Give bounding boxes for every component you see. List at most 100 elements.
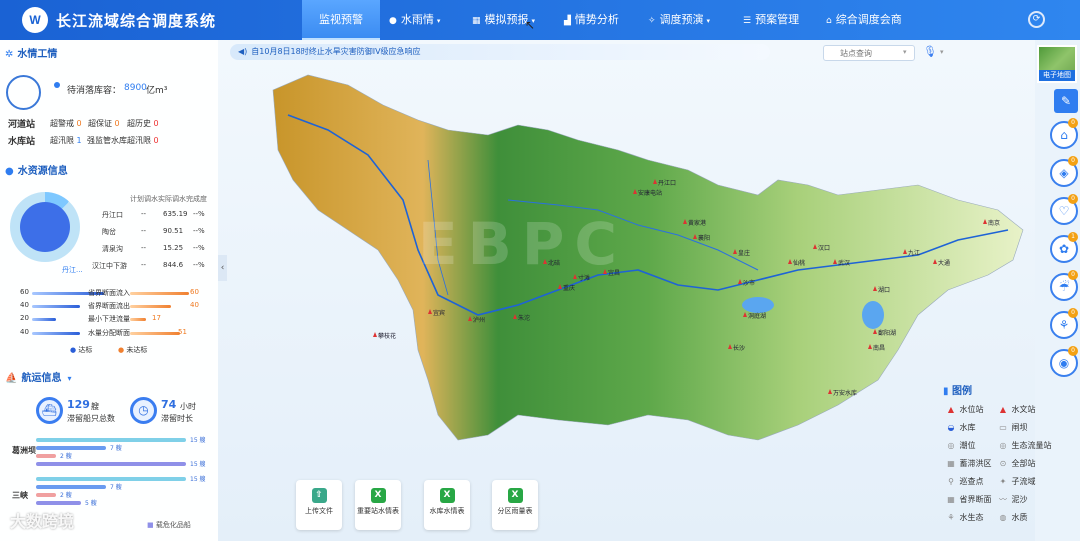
- map-station-label[interactable]: 南昌: [873, 344, 885, 352]
- report-tile[interactable]: X 重要站水情表: [355, 480, 401, 530]
- report-tile[interactable]: ⇧ 上传文件: [296, 480, 342, 530]
- map-station-label[interactable]: 朱沱: [518, 314, 530, 322]
- report-tile[interactable]: X 水库水情表: [424, 480, 470, 530]
- map-station-label[interactable]: 武汉: [838, 259, 850, 267]
- settings-icon[interactable]: ⟳: [1028, 11, 1045, 28]
- map-station-label[interactable]: 皇庄: [738, 249, 750, 257]
- dot-icon: ●: [70, 346, 77, 354]
- dot-icon: ●: [118, 346, 125, 354]
- section-water-rain[interactable]: ✲ 水情工情: [5, 45, 57, 60]
- corner-watermark: 大数跨境: [10, 512, 75, 531]
- map-area[interactable]: ◀)自10月8日18时终止水旱灾害防御IV级应急响应 ⚲ ▾ 🎙 ▾ ‹ 安康电…: [218, 40, 1035, 541]
- report-tile[interactable]: X 分区雨量表: [492, 480, 538, 530]
- reservoir-item[interactable]: 强监管水库超汛限 0: [87, 135, 159, 146]
- legend-label: 潮位: [959, 441, 976, 450]
- legend-item[interactable]: ▲ 水文站: [997, 404, 1036, 415]
- station-marker[interactable]: [373, 332, 377, 337]
- map-station-label[interactable]: 汉口: [818, 244, 830, 252]
- map-station-label[interactable]: 丹江口: [658, 180, 676, 187]
- gate-icon: ▭: [999, 423, 1007, 432]
- nav-label: 调度预演: [659, 13, 704, 26]
- legend-item[interactable]: ◎ 潮位: [945, 440, 976, 451]
- map-station-label[interactable]: 万安水库: [833, 389, 857, 397]
- nav-situation-analysis[interactable]: ▟ 情势分析: [564, 0, 619, 40]
- legend-item[interactable]: ▦ 蓄滞洪区: [945, 458, 991, 469]
- legend-item[interactable]: 〰 泥沙: [997, 494, 1028, 505]
- resource-donut-chart[interactable]: [10, 192, 80, 262]
- ships-value: 129: [67, 398, 90, 411]
- microphone-icon[interactable]: 🎙: [923, 45, 937, 58]
- legend-item[interactable]: ⊙ 全部站: [997, 458, 1036, 469]
- upload-icon: ⇧: [311, 488, 327, 503]
- map-station-label[interactable]: 湖口: [878, 286, 890, 294]
- river-item[interactable]: 超历史 0: [127, 118, 159, 129]
- all-station-icon: ⊙: [999, 459, 1007, 468]
- river-item[interactable]: 超保证 0: [88, 118, 120, 129]
- ship-bar-value: 15 艘: [190, 461, 206, 468]
- station-search-input[interactable]: [823, 45, 915, 61]
- bar-label: 最小下泄流量: [88, 315, 130, 323]
- chevron-down-icon[interactable]: ▾: [940, 48, 944, 56]
- resource-cell-plan: --: [141, 261, 147, 269]
- bar-left-value: 40: [20, 301, 29, 309]
- section-shipping[interactable]: ⛵ 航运信息 ▾: [5, 369, 71, 384]
- nav-consultation[interactable]: ⌂ 综合调度会商: [826, 0, 902, 40]
- reservoir-item[interactable]: 超汛限 1: [50, 135, 82, 146]
- map-station-label[interactable]: 攀枝花: [378, 332, 396, 340]
- tile-label: 上传文件: [305, 507, 333, 515]
- ship-bar: [36, 493, 56, 497]
- nav-dispatch-rehearsal[interactable]: ✧ 调度预演 ▾: [648, 0, 710, 40]
- drop-icon: ●: [389, 16, 397, 26]
- drop-icon: ●: [5, 166, 14, 177]
- legend-item[interactable]: ◎ 生态流量站: [997, 440, 1052, 451]
- legend-item[interactable]: ✦ 子流域: [997, 476, 1036, 487]
- map-station-label[interactable]: 九江: [908, 249, 920, 257]
- map-station-label[interactable]: 鄱阳湖: [878, 329, 896, 337]
- legend-item[interactable]: ▦ 省界断面: [945, 494, 991, 505]
- ship-bar-value: 15 艘: [190, 476, 206, 483]
- base-map-switch[interactable]: 电子地图: [1037, 45, 1077, 83]
- map-station-label[interactable]: 仙桃: [793, 259, 805, 267]
- chevron-down-icon[interactable]: ▾: [903, 48, 907, 56]
- map-station-label[interactable]: 安康电站: [638, 189, 662, 197]
- legend-label: 水质: [1011, 513, 1028, 522]
- legend-item[interactable]: ◒ 水库: [945, 422, 976, 433]
- map-station-label[interactable]: 黄家港: [688, 219, 706, 227]
- legend-item[interactable]: ◍ 水质: [997, 512, 1028, 523]
- legend-item[interactable]: ⚘ 水生态: [945, 512, 984, 523]
- map-station-label[interactable]: 沙市: [743, 279, 755, 287]
- bar-right-value: 51: [178, 328, 187, 336]
- legend-ok: ● 达标: [70, 346, 93, 354]
- map-station-label[interactable]: 洞庭湖: [748, 312, 766, 320]
- map-station-label[interactable]: 泸州: [473, 316, 485, 324]
- resource-cell-actual: 635.19: [163, 210, 188, 218]
- section-title: 航运信息: [21, 373, 62, 384]
- rail-badge: 0: [1068, 270, 1078, 280]
- sub-basin-icon: ✦: [999, 477, 1007, 486]
- legend-item[interactable]: ▭ 闸坝: [997, 422, 1027, 433]
- map-station-label[interactable]: 宜宾: [433, 309, 445, 317]
- legend-item[interactable]: ▲ 水位站: [945, 404, 984, 415]
- resource-cell-actual: 844.6: [163, 261, 184, 269]
- flood-area-icon: ▦: [947, 459, 955, 468]
- river-item[interactable]: 超警戒 0: [50, 118, 82, 129]
- map-station-label[interactable]: 襄阳: [698, 234, 710, 242]
- bar-right: [130, 318, 146, 321]
- section-water-resource[interactable]: ● 水资源信息: [5, 162, 68, 177]
- map-station-label[interactable]: 南京: [988, 219, 1000, 227]
- notice-bar[interactable]: ◀) 自10月8日18时终止水旱灾害防御IV级应急响应: [230, 44, 770, 60]
- map-station-label[interactable]: 大通: [938, 259, 950, 267]
- wrench-icon[interactable]: ✎: [1054, 89, 1078, 113]
- legend-label: 水生态: [959, 513, 984, 522]
- nav-water-rain[interactable]: ● 水雨情 ▾: [389, 0, 440, 40]
- nav-plan-management[interactable]: ☰ 预案管理: [743, 0, 799, 40]
- reservoir-value: 8900: [124, 83, 147, 93]
- nav-monitor-warning[interactable]: 监视预警: [302, 0, 380, 40]
- map-station-label[interactable]: 长沙: [733, 344, 745, 352]
- top-bar: W 长江流域综合调度系统 监视预警 ● 水雨情 ▾ ▦ 模拟预报 ▾ ▟ 情势分析 ✧ 调度…: [0, 0, 1080, 40]
- map-station-label[interactable]: 重庆: [563, 284, 575, 292]
- ship-bar: [36, 477, 186, 481]
- resource-cell-rate: --%: [193, 227, 205, 235]
- ship-bar: [36, 438, 186, 442]
- legend-item[interactable]: ⚲ 巡查点: [945, 476, 983, 487]
